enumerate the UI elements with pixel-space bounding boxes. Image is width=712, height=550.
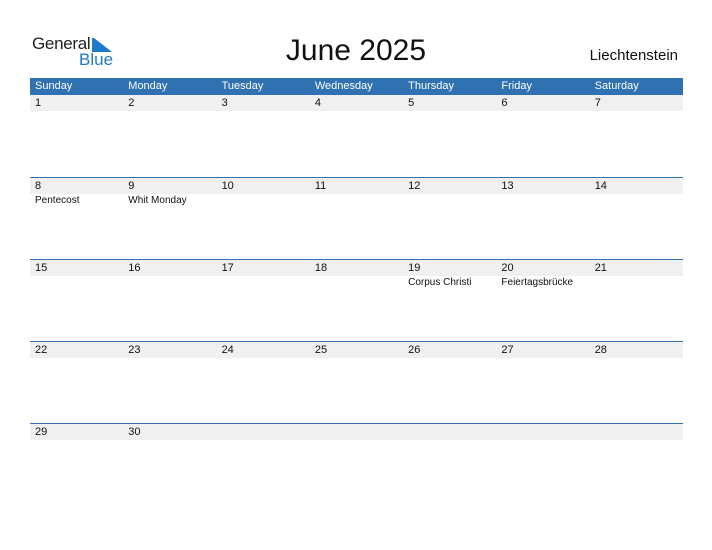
holiday-label: Corpus Christi [408,277,472,288]
event-row: Corpus Christi Feiertagsbrücke [30,276,683,290]
day-number: 18 [314,262,328,274]
day-number: 28 [594,344,607,356]
day-number: 14 [594,180,607,192]
day-number: 21 [594,262,607,274]
day-number: 26 [408,344,421,356]
holiday-label [403,194,496,208]
day-number: 16 [128,262,141,274]
weekday-sunday: Sunday [35,80,73,92]
day-number: 9 [128,180,135,192]
country-label: Liechtenstein [589,47,678,64]
holiday-label: Whit Monday [128,195,187,206]
day-number: 30 [128,426,141,438]
day-number: 20 [501,262,514,274]
week-row: 8 9 10 11 12 13 14 Pentecost Whit Monday [30,177,683,259]
day-number: 23 [128,344,141,356]
day-number: 3 [221,97,228,109]
date-row: 8 9 10 11 12 13 14 [30,178,683,194]
weekday-friday: Friday [501,80,532,92]
day-number [217,424,310,440]
weekday-thursday: Thursday [408,80,454,92]
holiday-label: Feiertagsbrücke [501,277,574,288]
day-number [310,424,403,440]
weekday-wednesday: Wednesday [314,80,373,92]
holiday-label [310,276,403,290]
event-row: Pentecost Whit Monday [30,194,683,208]
week-row: 1 2 3 4 5 6 7 [30,95,683,177]
day-number: 12 [408,180,421,192]
date-row: 29 30 [30,424,683,440]
holiday-label [123,276,216,290]
day-number: 29 [35,426,48,438]
date-row: 15 16 17 18 19 20 21 [30,260,683,276]
day-number [496,424,589,440]
week-row: 29 30 [30,423,683,505]
holiday-label [217,276,310,290]
day-number: 17 [221,262,234,274]
day-number: 4 [314,97,321,109]
holiday-label [217,194,310,208]
holiday-label: Pentecost [35,195,80,206]
day-number: 1 [35,97,42,109]
weekday-monday: Monday [128,80,168,92]
day-number: 8 [35,180,42,192]
holiday-label [30,276,123,290]
day-number: 13 [501,180,514,192]
day-number: 19 [408,262,421,274]
weekday-header: Sunday Monday Tuesday Wednesday Thursday Frid… [30,78,683,95]
day-number: 5 [408,97,415,109]
day-number: 24 [221,344,234,356]
weekday-saturday: Saturday [594,80,639,92]
date-row: 1 2 3 4 5 6 7 [30,95,683,111]
day-number [590,424,683,440]
day-number: 22 [35,344,48,356]
day-number: 25 [314,344,328,356]
day-number: 7 [594,97,601,109]
day-number: 27 [501,344,514,356]
weekday-tuesday: Tuesday [221,80,264,92]
holiday-label [496,194,589,208]
holiday-label [590,194,683,208]
holiday-label [310,194,403,208]
date-row: 22 23 24 25 26 27 28 [30,342,683,358]
calendar-grid: Sunday Monday Tuesday Wednesday Thursday Frid… [30,78,683,505]
holiday-label [590,276,683,290]
day-number: 10 [221,180,234,192]
day-number: 2 [128,97,135,109]
day-number: 11 [314,180,327,192]
week-row: 22 23 24 25 26 27 28 [30,341,683,423]
day-number: 6 [501,97,508,109]
day-number: 15 [35,262,48,274]
day-number [403,424,496,440]
week-row: 15 16 17 18 19 20 21 Corpus Christi Feiertagsbrü… [30,259,683,341]
